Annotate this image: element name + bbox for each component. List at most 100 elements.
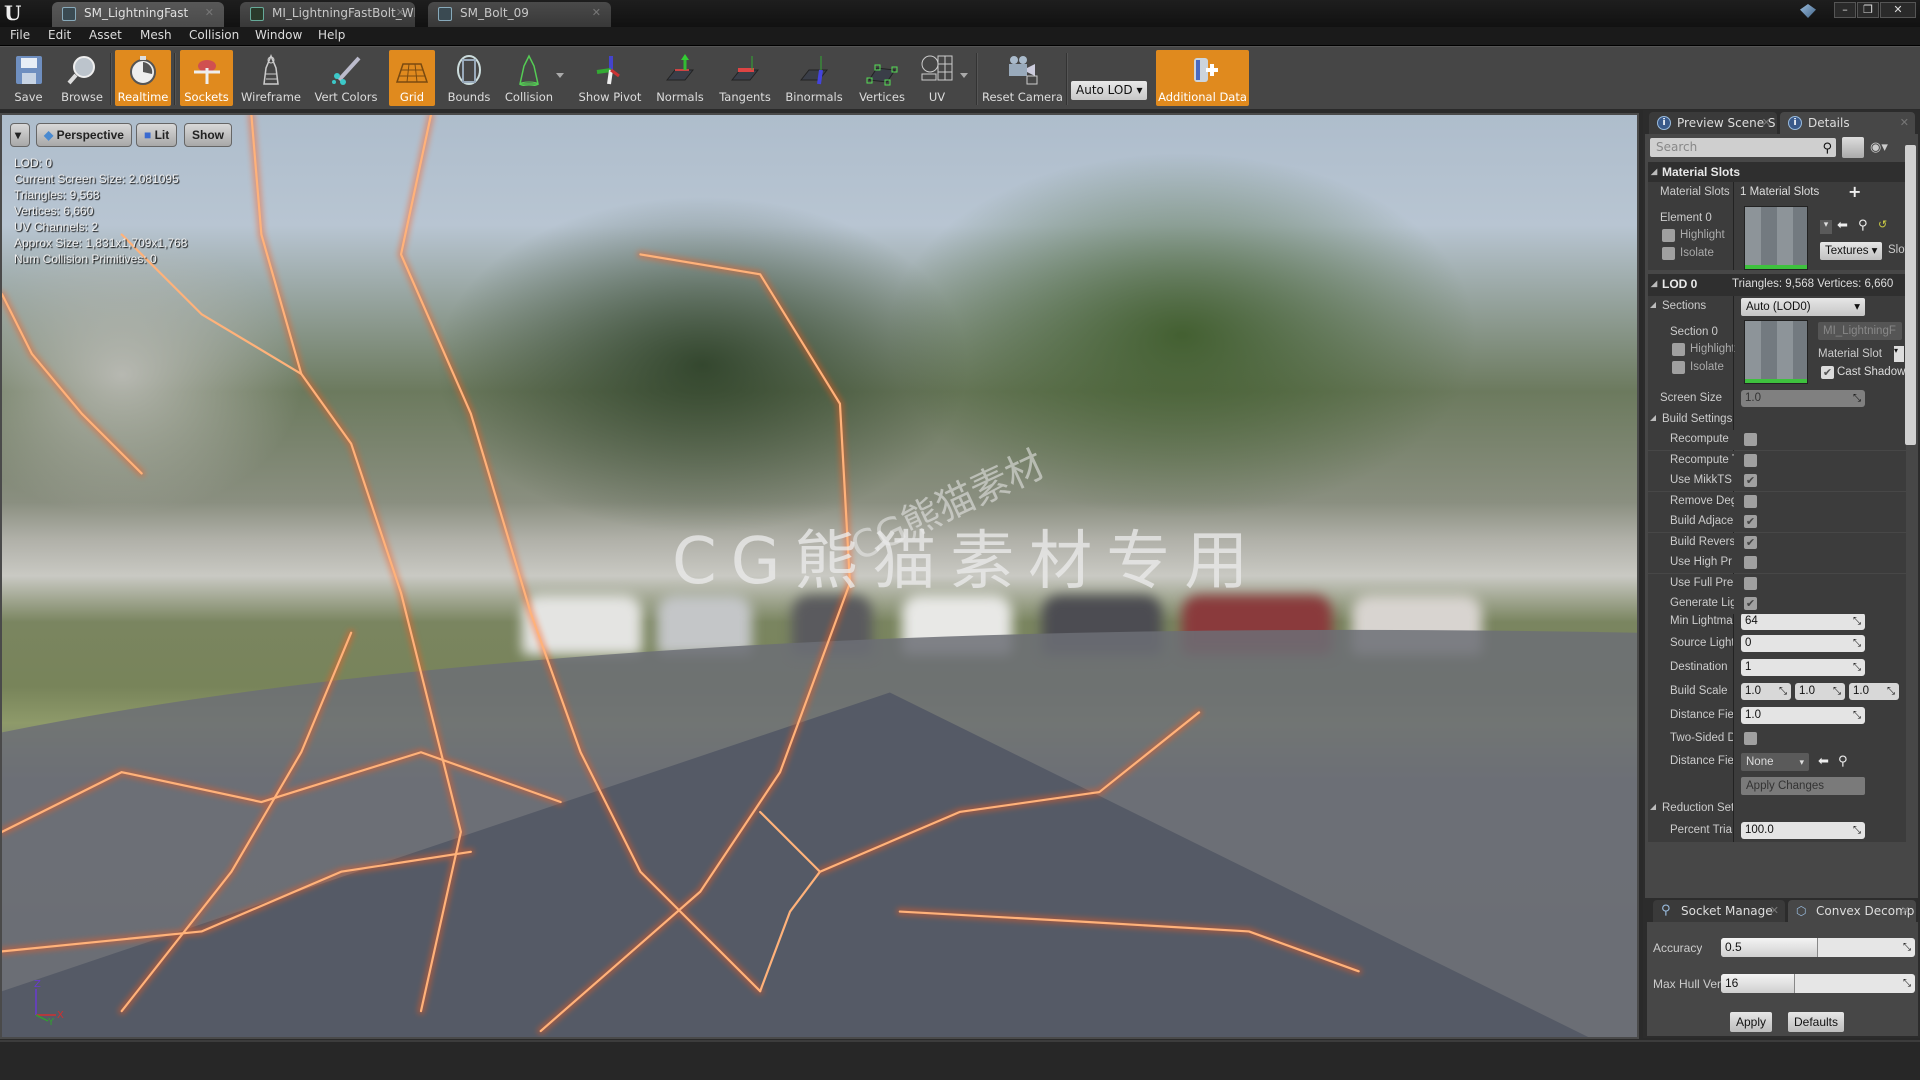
close-tab-icon[interactable]: ✕: [396, 6, 405, 19]
cast-shadow-checkbox[interactable]: ✔: [1821, 366, 1834, 379]
section-material-dropdown[interactable]: MI_LightningF: [1818, 322, 1902, 340]
build-setting-checkbox[interactable]: ✔: [1744, 474, 1757, 487]
normals-button[interactable]: Normals: [652, 50, 708, 106]
tab-details[interactable]: i Details ✕: [1780, 112, 1915, 134]
tab-convex-decomposition[interactable]: ⬡ Convex Decomp ✕: [1788, 900, 1916, 922]
perspective-button[interactable]: ◆ Perspective: [36, 123, 132, 147]
restore-button[interactable]: ❐: [1857, 2, 1879, 18]
use-selected-arrow-icon[interactable]: ⬅: [1837, 218, 1848, 233]
build-setting-checkbox[interactable]: [1744, 433, 1757, 446]
isolate-checkbox[interactable]: [1662, 247, 1675, 260]
lod-select-dropdown[interactable]: Auto LOD ▾: [1071, 81, 1147, 100]
close-tab-icon[interactable]: ✕: [1900, 112, 1909, 134]
browse-button[interactable]: Browse: [56, 50, 108, 106]
section-material-thumbnail[interactable]: [1744, 320, 1808, 384]
use-selected-arrow-icon[interactable]: ⬅: [1818, 754, 1829, 769]
build-setting-checkbox[interactable]: [1744, 494, 1757, 508]
apply-changes-button[interactable]: Apply Changes: [1741, 777, 1865, 795]
menu-collision[interactable]: Collision: [189, 28, 239, 42]
sockets-button[interactable]: Sockets: [180, 50, 233, 106]
build-settings-header[interactable]: ◢ Build Settings: [1648, 410, 1906, 430]
document-tab-mi-lightningfastbolt[interactable]: MI_LightningFastBolt_Wh ✕: [240, 2, 415, 27]
close-tab-icon[interactable]: ✕: [1901, 900, 1910, 922]
browse-asset-icon[interactable]: ⚲: [1838, 754, 1848, 769]
reset-to-default-icon[interactable]: ↺: [1878, 218, 1887, 231]
close-tab-icon[interactable]: ✕: [592, 6, 601, 19]
tab-preview-scene-settings[interactable]: i Preview Scene S ✕: [1649, 112, 1777, 134]
document-tab-sm-bolt-09[interactable]: SM_Bolt_09 ✕: [428, 2, 611, 27]
learn-icon[interactable]: [1800, 4, 1816, 18]
menu-asset[interactable]: Asset: [89, 28, 122, 42]
vertices-button[interactable]: Vertices: [854, 50, 910, 106]
source-lightmap-index-input[interactable]: 0 ⤡: [1741, 635, 1865, 652]
close-tab-icon[interactable]: ✕: [205, 6, 214, 19]
section-material-slots[interactable]: ◢ Material Slots: [1648, 162, 1906, 182]
menu-help[interactable]: Help: [318, 28, 345, 42]
menu-file[interactable]: File: [10, 28, 30, 42]
build-setting-checkbox[interactable]: ✔: [1744, 515, 1757, 528]
visibility-eye-icon[interactable]: ◉▾: [1870, 140, 1888, 155]
realtime-button[interactable]: Realtime: [115, 50, 171, 106]
material-slot-dropdown[interactable]: ▾: [1894, 346, 1904, 362]
build-scale-y-input[interactable]: 1.0 ⤡: [1795, 683, 1845, 700]
grid-button[interactable]: Grid: [389, 50, 435, 106]
close-tab-icon[interactable]: ✕: [1762, 112, 1771, 134]
menu-window[interactable]: Window: [255, 28, 302, 42]
tab-socket-manager[interactable]: ⚲ Socket Manage ✕: [1653, 900, 1785, 922]
document-tab-sm-lightningfast[interactable]: SM_LightningFast ✕: [52, 2, 224, 27]
build-setting-checkbox[interactable]: [1744, 453, 1757, 467]
reset-camera-button[interactable]: Reset Camera: [982, 50, 1063, 106]
build-scale-z-input[interactable]: 1.0 ⤡: [1849, 683, 1899, 700]
section-lod0[interactable]: ◢ LOD 0 Triangles: 9,568 Vertices: 6,660: [1648, 274, 1906, 296]
browse-asset-icon[interactable]: ⚲: [1858, 218, 1868, 233]
destination-lightmap-index-input[interactable]: 1 ⤡: [1741, 659, 1865, 676]
uv-button[interactable]: UV: [914, 50, 960, 106]
view-options-button[interactable]: [1842, 137, 1864, 158]
viewport-options-button[interactable]: ▾: [10, 123, 30, 147]
build-setting-checkbox[interactable]: [1744, 576, 1757, 590]
collision-button[interactable]: Collision: [502, 50, 556, 106]
build-setting-checkbox[interactable]: ✔: [1744, 597, 1757, 610]
minimize-button[interactable]: –: [1834, 2, 1856, 18]
show-pivot-button[interactable]: Show Pivot: [576, 50, 644, 106]
section-isolate-checkbox[interactable]: [1672, 361, 1685, 374]
two-sided-distance-field-checkbox[interactable]: [1744, 732, 1757, 745]
material-thumbnail[interactable]: [1744, 206, 1808, 270]
textures-dropdown[interactable]: Textures ▾: [1820, 242, 1883, 260]
viewport[interactable]: ▾ ◆ Perspective ■ Lit Show LOD: 0 Curren…: [0, 113, 1639, 1039]
show-button[interactable]: Show: [184, 123, 232, 147]
section-highlight-checkbox[interactable]: [1672, 343, 1685, 356]
search-input[interactable]: Search ⚲: [1650, 138, 1836, 157]
apply-button[interactable]: Apply: [1730, 1012, 1772, 1032]
distance-field-resolution-input[interactable]: 1.0 ⤡: [1741, 707, 1865, 724]
build-setting-checkbox[interactable]: [1744, 556, 1757, 569]
material-dropdown-icon[interactable]: ▾: [1820, 220, 1832, 234]
highlight-checkbox[interactable]: [1662, 229, 1675, 242]
close-tab-icon[interactable]: ✕: [1770, 900, 1779, 922]
min-lightmap-input[interactable]: 64 ⤡: [1741, 613, 1865, 630]
max-hull-verts-slider[interactable]: 16 ⤡: [1721, 974, 1915, 993]
percent-triangles-input[interactable]: 100.0 ⤡: [1741, 822, 1865, 839]
build-scale-x-input[interactable]: 1.0 ⤡: [1741, 683, 1791, 700]
reduction-settings-header[interactable]: ◢ Reduction Set: [1648, 798, 1906, 820]
accuracy-slider[interactable]: 0.5 ⤡: [1721, 938, 1915, 957]
lit-button[interactable]: ■ Lit: [136, 123, 178, 147]
defaults-button[interactable]: Defaults: [1788, 1012, 1844, 1032]
uv-dropdown-icon[interactable]: [960, 73, 968, 78]
menu-mesh[interactable]: Mesh: [140, 28, 172, 42]
tangents-button[interactable]: Tangents: [716, 50, 774, 106]
save-button[interactable]: Save: [5, 50, 52, 106]
bounds-button[interactable]: Bounds: [444, 50, 494, 106]
screen-size-input[interactable]: 1.0 ⤡: [1741, 390, 1865, 407]
additional-data-button[interactable]: Additional Data: [1156, 50, 1249, 106]
details-scrollbar[interactable]: [1905, 145, 1916, 445]
collision-dropdown-icon[interactable]: [556, 73, 564, 78]
build-setting-checkbox[interactable]: ✔: [1744, 535, 1757, 549]
sections-lod-dropdown[interactable]: Auto (LOD0) ▾: [1741, 298, 1865, 316]
vert-colors-button[interactable]: Vert Colors: [311, 50, 381, 106]
menu-edit[interactable]: Edit: [48, 28, 71, 42]
close-button[interactable]: ✕: [1880, 2, 1916, 18]
distance-field-mesh-dropdown[interactable]: None ▾: [1741, 753, 1809, 771]
wireframe-button[interactable]: Wireframe: [240, 50, 302, 106]
add-material-slot-icon[interactable]: +: [1848, 182, 1861, 201]
